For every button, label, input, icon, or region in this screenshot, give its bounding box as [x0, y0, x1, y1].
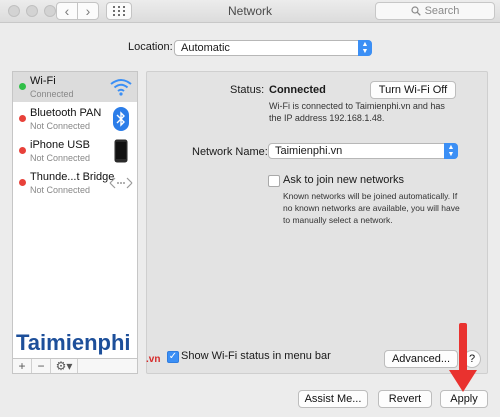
search-icon — [410, 6, 421, 16]
status-dot — [19, 147, 26, 154]
wifi-icon — [109, 75, 133, 99]
remove-service-button[interactable]: − — [32, 359, 51, 373]
network-name-popup[interactable]: Taimienphi.vn ▲ ▼ — [268, 143, 458, 159]
service-name: Thunde...t Bridge — [30, 171, 115, 183]
service-name: Wi-Fi — [30, 75, 56, 87]
ask-to-join-label: Ask to join new networks — [283, 174, 405, 186]
show-wifi-status-checkbox[interactable]: ✓ — [167, 351, 179, 363]
popup-stepper-icon: ▲ ▼ — [358, 40, 372, 56]
popup-stepper-icon: ▲ ▼ — [444, 143, 458, 159]
service-name: Bluetooth PAN — [30, 107, 102, 119]
assist-me-button[interactable]: Assist Me... — [298, 390, 368, 408]
ask-to-join-help: Known networks will be joined automatica… — [283, 191, 460, 225]
title-bar: ‹ › Network Search — [0, 0, 500, 23]
taimienphi-watermark: Taimienphi .vn — [16, 330, 160, 365]
service-item-wifi[interactable]: Wi-Fi Connected — [13, 72, 137, 102]
status-value: Connected — [269, 84, 326, 96]
status-detail: Wi-Fi is connected to Taimienphi.vn and … — [269, 101, 445, 123]
annotation-arrow-head — [449, 370, 477, 392]
service-status: Not Connected — [30, 153, 91, 163]
iphone-icon — [109, 139, 133, 163]
location-popup[interactable]: Automatic ▲ ▼ — [174, 40, 372, 56]
status-dot — [19, 179, 26, 186]
revert-button[interactable]: Revert — [378, 390, 432, 408]
location-value: Automatic — [181, 42, 230, 54]
status-dot — [19, 115, 26, 122]
location-label: Location: — [128, 41, 173, 53]
gear-menu-button[interactable]: ⚙▾ — [51, 359, 78, 373]
service-item-bluetooth-pan[interactable]: Bluetooth PAN Not Connected — [13, 104, 137, 134]
service-status: Not Connected — [30, 185, 91, 195]
advanced-button[interactable]: Advanced... — [384, 350, 458, 368]
network-name-value: Taimienphi.vn — [275, 145, 343, 157]
apply-button[interactable]: Apply — [440, 390, 488, 408]
network-name-label: Network Name: — [192, 146, 268, 158]
service-status: Not Connected — [30, 121, 91, 131]
service-item-iphone-usb[interactable]: iPhone USB Not Connected — [13, 136, 137, 166]
add-service-button[interactable]: + — [13, 359, 32, 373]
show-wifi-status-label: Show Wi-Fi status in menu bar — [181, 350, 331, 362]
search-field[interactable]: Search — [375, 2, 495, 20]
status-dot — [19, 83, 26, 90]
service-list-controls: + − ⚙▾ — [12, 358, 138, 374]
bluetooth-icon — [109, 107, 133, 131]
status-label: Status: — [230, 84, 265, 96]
watermark-suffix: .vn — [146, 354, 161, 365]
service-list: Wi-Fi Connected Bluetooth PAN Not Connec… — [12, 71, 138, 374]
ask-to-join-checkbox[interactable] — [268, 175, 280, 187]
turn-wifi-off-button[interactable]: Turn Wi-Fi Off — [370, 81, 456, 99]
service-item-thunderbolt-bridge[interactable]: Thunde...t Bridge Not Connected — [13, 168, 137, 198]
annotation-arrow-shaft — [459, 323, 467, 375]
watermark-brand: Taimienphi — [16, 330, 131, 355]
service-status: Connected — [30, 89, 74, 99]
service-name: iPhone USB — [30, 139, 90, 151]
thunderbolt-bridge-icon — [109, 171, 133, 195]
search-placeholder: Search — [424, 5, 460, 17]
